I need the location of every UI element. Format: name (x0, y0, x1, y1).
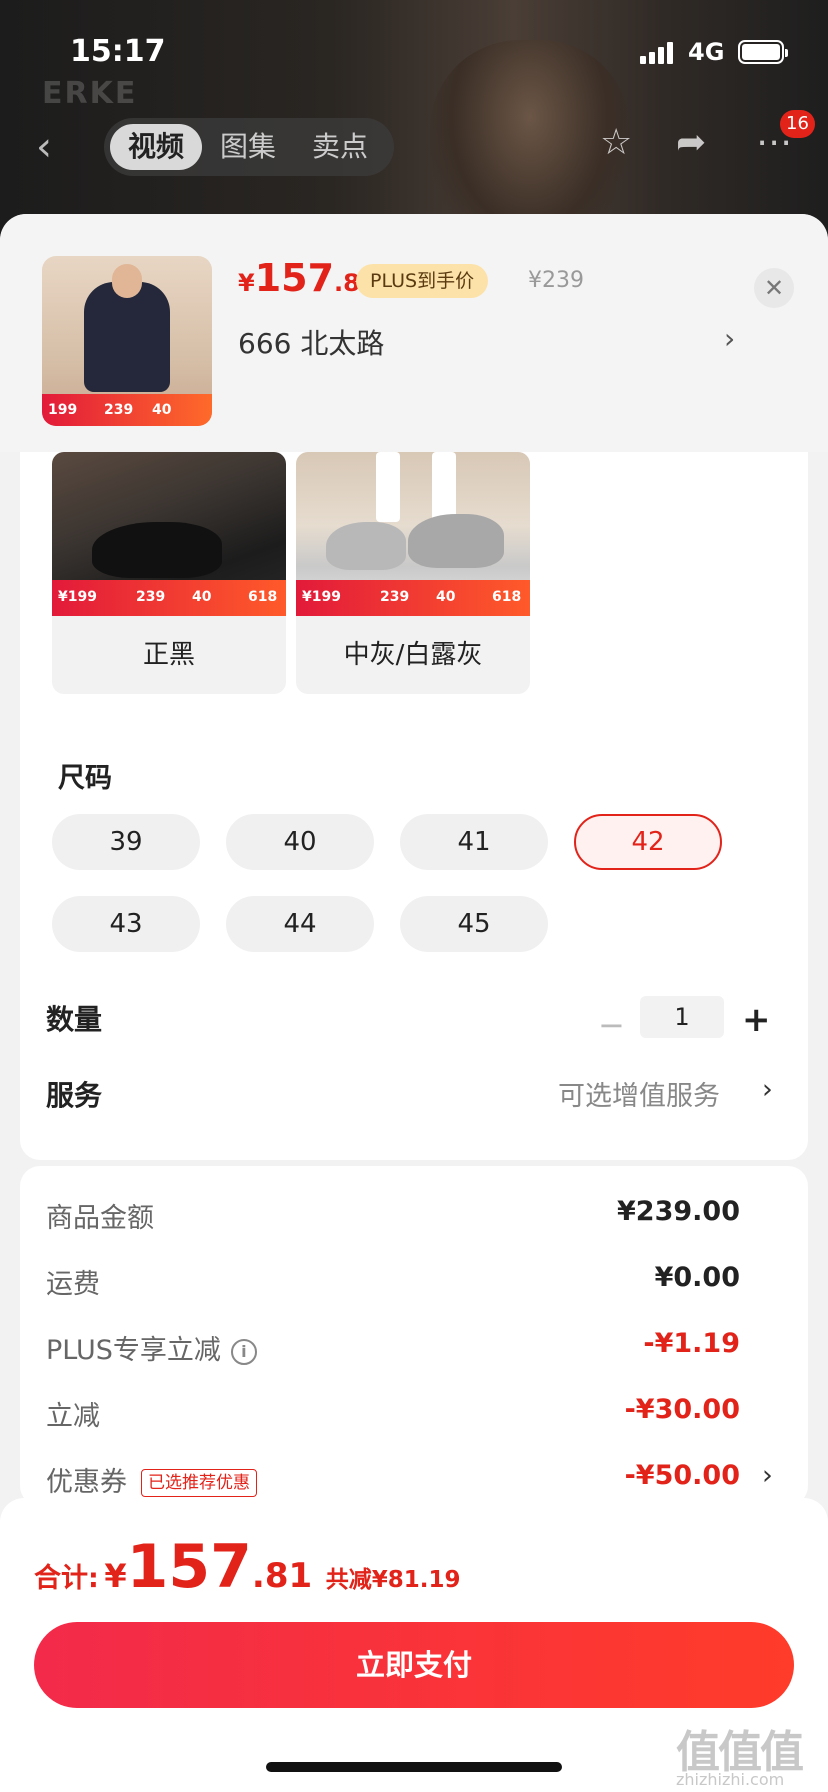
size-option-39[interactable]: 39 (52, 814, 200, 870)
service-selector[interactable]: 可选增值服务 (558, 1074, 720, 1113)
promo-strip: ¥199 239 40 618 (52, 580, 286, 616)
star-icon[interactable]: ☆ (600, 122, 632, 163)
plus-discount-label: PLUS专享立减 i (46, 1328, 257, 1367)
quantity-input[interactable]: 1 (640, 996, 724, 1038)
quantity-label: 数量 (46, 1003, 103, 1036)
info-icon[interactable]: i (230, 1339, 257, 1365)
promo-strip: ¥199 239 40 618 (296, 580, 530, 616)
coupon-label[interactable]: 优惠券 已选推荐优惠 (46, 1460, 257, 1499)
tab-selling-points[interactable]: 卖点 (294, 124, 386, 170)
close-button[interactable]: ✕ (754, 268, 794, 308)
tab-video[interactable]: 视频 (110, 124, 202, 170)
color-label: 中灰/白露灰 (343, 640, 483, 670)
chevron-right-icon[interactable]: › (762, 1460, 773, 1491)
plus-discount-value: -¥1.19 (643, 1328, 740, 1359)
size-option-40[interactable]: 40 (226, 814, 374, 870)
size-option-41[interactable]: 41 (400, 814, 548, 870)
pay-now-button[interactable]: 立即支付 (34, 1622, 794, 1708)
checkout-bar: 合计: ¥157.81 共减¥81.19 立即支付 值值值 zhizhizhi.… (0, 1498, 828, 1792)
chevron-right-icon[interactable]: › (762, 1074, 773, 1105)
service-label: 服务 (46, 1079, 103, 1112)
quantity-decrement-button[interactable]: − (598, 1006, 625, 1044)
delivery-address[interactable]: 666 北太路 (238, 322, 384, 362)
thumbnail-promo-strip: 199 239 40 (42, 394, 212, 426)
size-section-title: 尺码 (58, 763, 112, 794)
status-time: 15:17 (70, 34, 166, 69)
original-price: ¥239 (528, 268, 584, 293)
sheet-header: 199 239 40 ¥157.81 PLUS到手价 ¥239 ✕ 666 北太… (0, 214, 828, 452)
color-thumbnail: ¥199 239 40 618 (52, 452, 286, 616)
color-option-black[interactable]: ¥199 239 40 618 正黑 (52, 452, 286, 694)
purchase-sheet: 199 239 40 ¥157.81 PLUS到手价 ¥239 ✕ 666 北太… (0, 214, 828, 1792)
size-option-44[interactable]: 44 (226, 896, 374, 952)
plus-price-badge: PLUS到手价 (356, 264, 489, 298)
color-label: 正黑 (142, 640, 195, 670)
status-bar: 15:17 4G (0, 0, 828, 100)
message-badge: 16 (780, 110, 815, 138)
battery-icon (738, 40, 788, 64)
tab-gallery[interactable]: 图集 (202, 124, 294, 170)
chevron-right-icon[interactable]: › (724, 322, 735, 355)
goods-amount-value: ¥239.00 (617, 1196, 740, 1227)
site-watermark-url: zhizhizhi.com (676, 1770, 785, 1789)
instant-discount-value: -¥30.00 (624, 1394, 740, 1425)
network-type: 4G (688, 38, 725, 66)
goods-amount-label: 商品金额 (46, 1203, 154, 1234)
product-thumbnail[interactable]: 199 239 40 (42, 256, 212, 426)
price-breakdown-card: 商品金额 ¥239.00 运费 ¥0.00 PLUS专享立减 i -¥1.19 立… (20, 1166, 808, 1506)
quantity-increment-button[interactable]: + (742, 1000, 771, 1040)
shipping-value: ¥0.00 (654, 1262, 740, 1293)
back-icon[interactable]: ‹ (36, 124, 52, 170)
color-thumbnail: ¥199 239 40 618 (296, 452, 530, 616)
home-indicator[interactable] (266, 1762, 562, 1772)
share-icon[interactable]: ➦ (676, 122, 706, 163)
signal-icon (640, 42, 674, 64)
total-savings: 共减¥81.19 (325, 1567, 461, 1593)
instant-discount-label: 立减 (46, 1401, 100, 1432)
coupon-value[interactable]: -¥50.00 (625, 1460, 740, 1491)
size-option-43[interactable]: 43 (52, 896, 200, 952)
media-tab-switcher: 视频 图集 卖点 (104, 118, 394, 176)
shipping-label: 运费 (46, 1269, 100, 1300)
options-card: ¥199 239 40 618 正黑 ¥199 239 40 618 中灰/白露… (20, 374, 808, 1160)
total-price: 合计: ¥157.81 共减¥81.19 (34, 1532, 461, 1602)
size-option-42[interactable]: 42 (574, 814, 722, 870)
coupon-selected-tag: 已选推荐优惠 (141, 1469, 257, 1497)
size-option-45[interactable]: 45 (400, 896, 548, 952)
product-nav-bar: ‹ 视频 图集 卖点 ☆ ➦ ⋯ 16 (0, 110, 828, 180)
color-option-gray[interactable]: ¥199 239 40 618 中灰/白露灰 (296, 452, 530, 694)
